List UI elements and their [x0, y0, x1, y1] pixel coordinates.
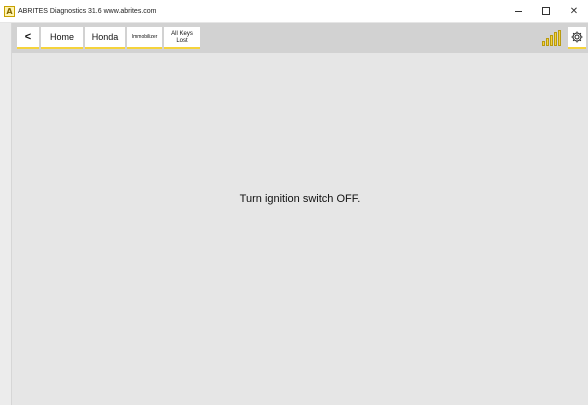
close-button[interactable]: ✕ [560, 0, 588, 22]
signal-bar-4 [554, 32, 557, 46]
breadcrumb-home[interactable]: Home [41, 27, 83, 49]
all-keys-line2: Lost [176, 37, 188, 44]
maximize-icon [542, 7, 550, 15]
all-keys-line1: All Keys [171, 30, 193, 37]
back-arrow-icon: < [24, 31, 32, 43]
settings-button[interactable] [568, 27, 586, 49]
minimize-icon [514, 10, 522, 12]
signal-bar-1 [542, 41, 545, 46]
main-content: Turn ignition switch OFF. [12, 53, 588, 405]
breadcrumb-all-keys-lost[interactable]: All Keys Lost [164, 27, 200, 49]
app-window: A ABRITES Diagnostics 31.6 www.abrites.c… [0, 0, 588, 405]
back-button[interactable]: < [17, 27, 39, 49]
breadcrumb-immobilizer[interactable]: Immobilizer [127, 27, 162, 49]
left-edge-panel [0, 23, 12, 405]
window-controls: ✕ [504, 0, 588, 22]
signal-bar-5 [558, 30, 561, 46]
breadcrumb-all-keys-lost-label: All Keys Lost [171, 31, 193, 45]
navigation-toolbar: < Home Honda Immobilizer All Keys Lost [12, 23, 588, 53]
maximize-button[interactable] [532, 0, 560, 22]
title-bar: A ABRITES Diagnostics 31.6 www.abrites.c… [0, 0, 588, 22]
window-title: ABRITES Diagnostics 31.6 www.abrites.com [18, 7, 157, 15]
signal-bar-2 [546, 38, 549, 46]
signal-bar-3 [550, 35, 553, 46]
breadcrumb-honda[interactable]: Honda [85, 27, 125, 49]
close-icon: ✕ [569, 5, 579, 17]
minimize-button[interactable] [504, 0, 532, 22]
app-logo-icon: A [4, 5, 15, 17]
signal-strength-icon [542, 30, 564, 46]
instruction-message: Turn ignition switch OFF. [239, 193, 361, 205]
gear-icon [571, 31, 583, 43]
